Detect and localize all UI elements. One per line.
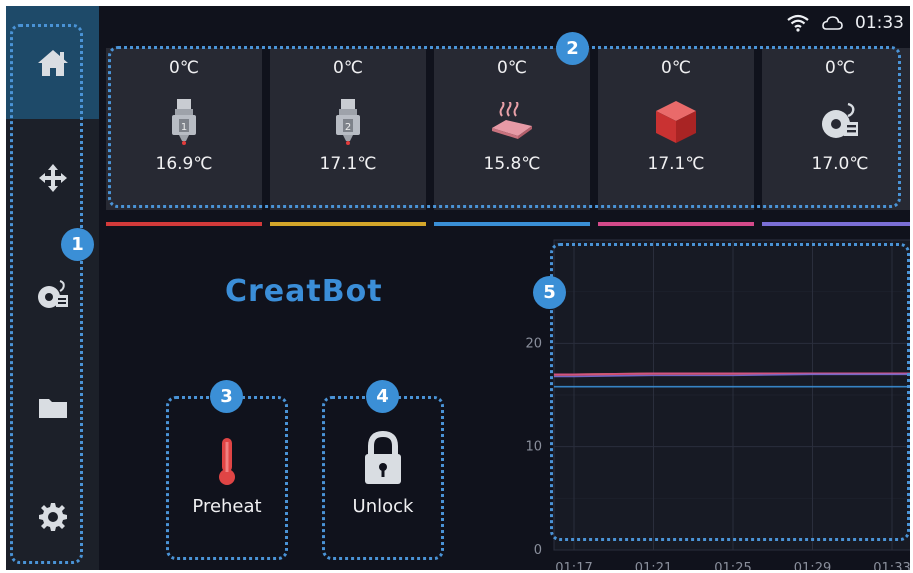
chart-y-tick-label: 0 — [534, 543, 542, 558]
annotation-badge-2: 2 — [556, 32, 589, 65]
chart-y-tick-label: 10 — [525, 440, 542, 455]
chart-y-tick-label: 20 — [525, 336, 542, 351]
clock: 01:33 — [855, 13, 904, 33]
annotation-badge-3: 3 — [210, 380, 243, 413]
annotation-badge-5: 5 — [533, 276, 566, 309]
printer-screen: 01:33 0℃ 1 16.9℃ 0℃ 2 17.1℃ 0℃ 15.8℃ 0℃ … — [6, 6, 910, 570]
annotation-outline-4 — [322, 396, 444, 560]
creatbot-logo: CreatBot — [225, 274, 383, 309]
chart-x-tick-label: 01:33 — [873, 561, 910, 570]
chart-x-tick-label: 01:21 — [635, 561, 672, 570]
chart-x-tick-label: 01:29 — [794, 561, 831, 570]
tile-color-bar — [434, 222, 590, 226]
tile-color-bar — [598, 222, 754, 226]
chart-x-tick-label: 01:25 — [714, 561, 751, 570]
annotation-outline-1 — [10, 24, 83, 564]
tile-color-bar — [106, 222, 262, 226]
chart-x-tick-label: 01:17 — [555, 561, 592, 570]
cloud-icon — [822, 16, 843, 30]
annotation-badge-1: 1 — [61, 228, 94, 261]
annotation-outline-2 — [108, 46, 901, 208]
wifi-icon — [787, 14, 809, 32]
annotation-outline-3 — [166, 396, 288, 560]
tile-color-bar — [762, 222, 910, 226]
annotation-badge-4: 4 — [366, 380, 399, 413]
annotation-outline-5 — [550, 243, 910, 541]
status-bar: 01:33 — [787, 12, 904, 34]
tile-color-bar — [270, 222, 426, 226]
